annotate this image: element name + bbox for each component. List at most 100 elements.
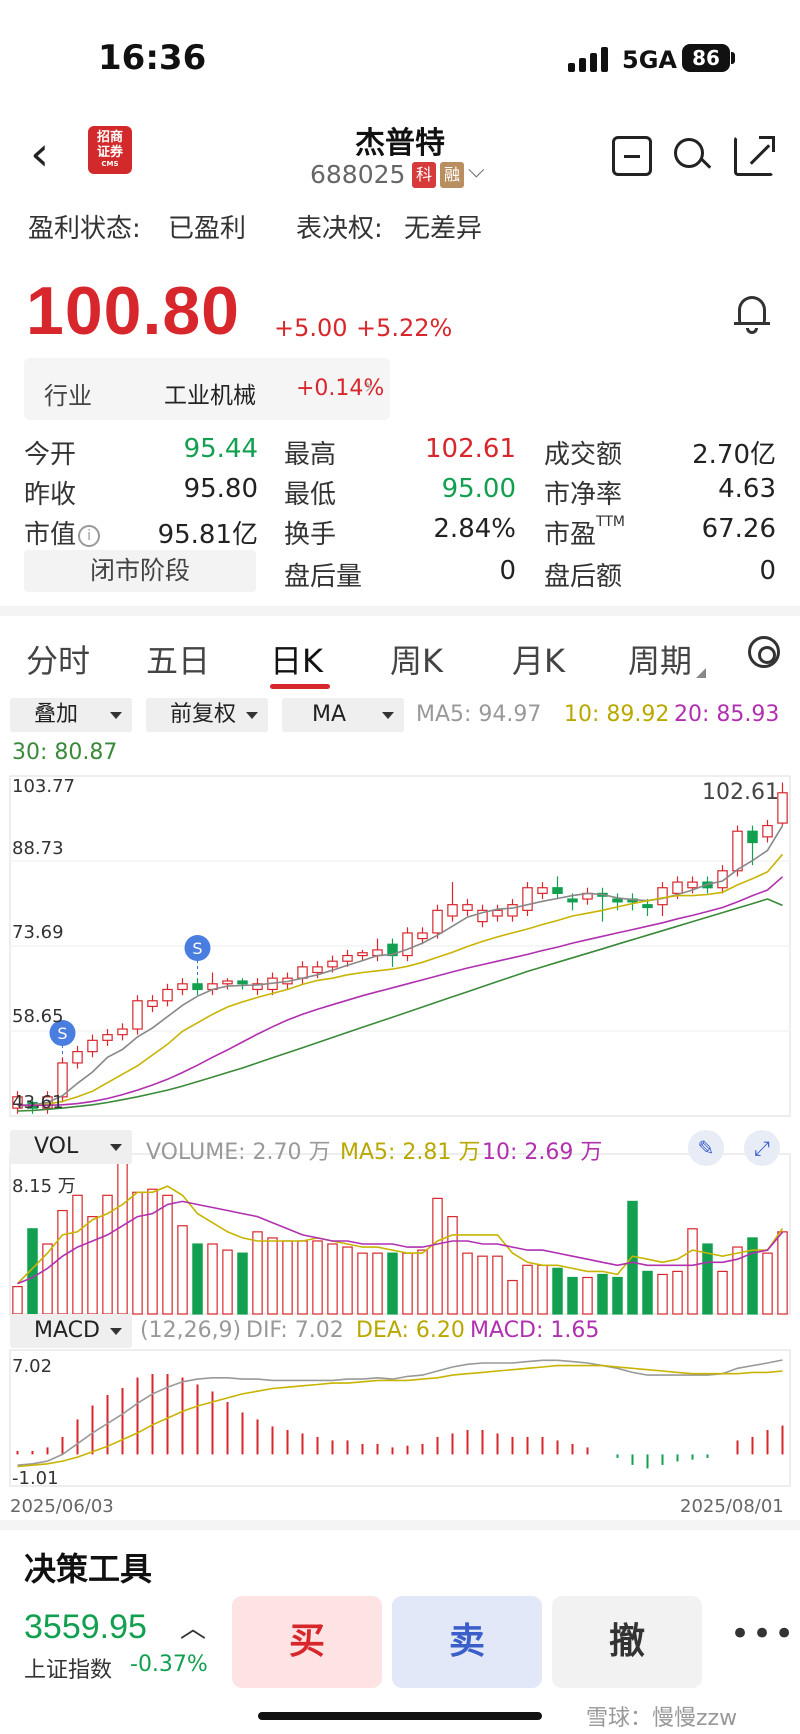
volume-bar xyxy=(42,1243,53,1315)
high-value: 102.61 xyxy=(425,434,516,464)
after-hours-volume-value: 0 xyxy=(499,556,516,586)
more-icon[interactable]: ••• xyxy=(730,1614,796,1654)
search-icon[interactable] xyxy=(672,136,712,176)
expand-icon[interactable]: ⤢ xyxy=(744,1130,780,1166)
bottom-divider xyxy=(0,1520,800,1530)
remove-watchlist-icon[interactable] xyxy=(612,136,652,176)
volume-top-label: 8.15 万 xyxy=(12,1176,76,1197)
volume-bar xyxy=(492,1255,503,1315)
candle xyxy=(132,1000,143,1030)
y-tick-3: 73.69 xyxy=(12,922,64,943)
volume-bar xyxy=(402,1252,413,1315)
candle xyxy=(312,966,323,974)
volume-bar xyxy=(267,1237,278,1315)
battery-tip xyxy=(731,52,735,64)
adjust-select[interactable]: 前复权 xyxy=(146,698,268,732)
indicator-select[interactable]: MA xyxy=(282,698,404,732)
candle xyxy=(687,881,698,889)
volume-bar xyxy=(132,1191,143,1315)
sell-button[interactable]: 卖 xyxy=(392,1596,542,1688)
candle xyxy=(462,904,473,911)
settings-icon[interactable] xyxy=(748,636,780,668)
volume-bar xyxy=(147,1188,158,1315)
pb-label: 市净率 xyxy=(544,480,623,510)
turnover-label: 换手 xyxy=(284,520,337,550)
prev-close-label: 昨收 xyxy=(24,480,77,510)
share-icon[interactable] xyxy=(734,136,775,176)
volume-bar xyxy=(432,1197,443,1315)
tab-daily-k[interactable]: 日K xyxy=(270,636,323,682)
home-indicator xyxy=(258,1712,542,1720)
volume-bar xyxy=(252,1231,263,1315)
cancel-order-button[interactable]: 撤 xyxy=(552,1596,702,1688)
index-name: 上证指数 xyxy=(24,1658,113,1683)
ma10-value: 10: 89.92 xyxy=(564,702,670,727)
watermark: 雪球：慢慢zzw xyxy=(586,1706,738,1731)
volume-bar xyxy=(777,1231,788,1315)
candle xyxy=(747,830,758,844)
volume-bar xyxy=(282,1240,293,1315)
battery-icon: 86 xyxy=(682,44,730,72)
volume-bar xyxy=(642,1270,653,1315)
tab-period[interactable]: 周期 xyxy=(628,636,692,682)
candle xyxy=(342,954,353,962)
tab-weekly-k[interactable]: 周K xyxy=(390,636,443,682)
macd-params: (12,26,9) xyxy=(140,1318,242,1343)
volume-bar xyxy=(612,1276,623,1315)
after-hours-amount-label: 盘后额 xyxy=(544,562,623,592)
volume-select[interactable]: VOL xyxy=(10,1130,132,1164)
alert-bell-icon[interactable] xyxy=(732,292,772,336)
volume-bar xyxy=(477,1255,488,1315)
margin-tag: 融 xyxy=(440,162,464,188)
index-change: -0.37% xyxy=(130,1652,208,1677)
edit-icon[interactable]: ✎ xyxy=(688,1130,724,1166)
profit-status-label: 盈利状态: xyxy=(28,214,141,244)
volume-bar xyxy=(12,1286,23,1315)
info-icon[interactable]: i xyxy=(78,524,101,547)
overlay-select[interactable]: 叠加 xyxy=(10,698,132,732)
volume-bar xyxy=(552,1267,563,1315)
candle xyxy=(567,898,578,903)
ma20-value: 20: 85.93 xyxy=(674,702,780,727)
volume-bar xyxy=(762,1252,773,1315)
buy-button[interactable]: 买 xyxy=(232,1596,382,1688)
star-market-tag: 科 xyxy=(412,162,436,188)
candle xyxy=(222,980,233,985)
macd-bottom-label: -1.01 xyxy=(12,1468,59,1489)
stock-code[interactable]: 688025 xyxy=(310,160,405,189)
macd-top-label: 7.02 xyxy=(12,1356,53,1377)
amount-label: 成交额 xyxy=(544,440,623,470)
volume-bar xyxy=(717,1270,728,1315)
tab-monthly-k[interactable]: 月K xyxy=(512,636,565,682)
candle xyxy=(657,887,668,906)
volume-bar xyxy=(87,1216,98,1315)
volume-ma5: MA5: 2.81 万 xyxy=(340,1140,481,1165)
industry-row[interactable]: 行业 工业机械 +0.14% › xyxy=(24,358,390,420)
macd-dea-line xyxy=(17,1364,783,1468)
macd-dea: DEA: 6.20 xyxy=(356,1318,465,1343)
volume-bar xyxy=(582,1276,593,1315)
volume-bar xyxy=(627,1200,638,1315)
chevron-up-icon[interactable]: ︿ xyxy=(180,1608,206,1645)
voting-rights-label: 表决权: xyxy=(296,214,383,244)
candle xyxy=(732,830,743,872)
status-time: 16:36 xyxy=(98,38,207,78)
macd-select[interactable]: MACD xyxy=(10,1314,132,1348)
chevron-down-icon[interactable]: ⌵ xyxy=(468,158,485,183)
active-tab-underline xyxy=(270,684,330,689)
market-closed-badge: 闭市阶段 xyxy=(24,550,256,592)
candle xyxy=(492,909,503,917)
volume-bar xyxy=(342,1246,353,1315)
macd-dif-line xyxy=(17,1359,783,1466)
tab-intraday[interactable]: 分时 xyxy=(26,636,90,682)
current-price: 100.80 xyxy=(26,273,240,349)
y-tick-4: 58.65 xyxy=(12,1006,64,1027)
index-value[interactable]: 3559.95 xyxy=(24,1608,147,1647)
voting-rights-value: 无差异 xyxy=(404,214,483,244)
candle xyxy=(642,904,653,909)
tab-five-day[interactable]: 五日 xyxy=(146,636,210,682)
candle xyxy=(417,932,428,940)
candle xyxy=(447,904,458,917)
volume-bar xyxy=(57,1209,68,1315)
volume-bar xyxy=(222,1249,233,1315)
